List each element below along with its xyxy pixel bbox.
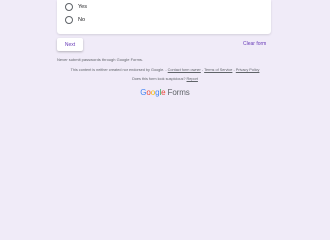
password-warning: Never submit passwords through Google Fo… (57, 57, 144, 62)
logo-letter: e (161, 88, 166, 97)
report-line: Does this form look suspicious? Report (0, 77, 330, 81)
option-yes[interactable]: Yes (65, 2, 87, 12)
suspicious-text: Does this form look suspicious? (132, 77, 186, 81)
radio-no[interactable] (65, 16, 73, 24)
option-no[interactable]: No (65, 15, 85, 25)
next-button[interactable]: Next (57, 38, 83, 51)
radio-yes[interactable] (65, 3, 73, 11)
question-card: Yes No (57, 0, 271, 34)
disclaimer-text: This content is neither created nor endo… (70, 68, 167, 72)
contact-owner-link[interactable]: Contact form owner (168, 68, 201, 72)
option-no-label: No (78, 17, 86, 23)
clear-form-button[interactable]: Clear form (243, 41, 266, 47)
disclaimer-line: This content is neither created nor endo… (0, 68, 330, 72)
privacy-link[interactable]: Privacy Policy (236, 68, 260, 72)
terms-link[interactable]: Terms of Service (204, 68, 232, 72)
report-link[interactable]: Report (187, 77, 198, 81)
logo-product-name: Forms (167, 88, 190, 97)
option-yes-label: Yes (78, 4, 87, 10)
google-forms-logo[interactable]: Google Forms (0, 88, 330, 97)
